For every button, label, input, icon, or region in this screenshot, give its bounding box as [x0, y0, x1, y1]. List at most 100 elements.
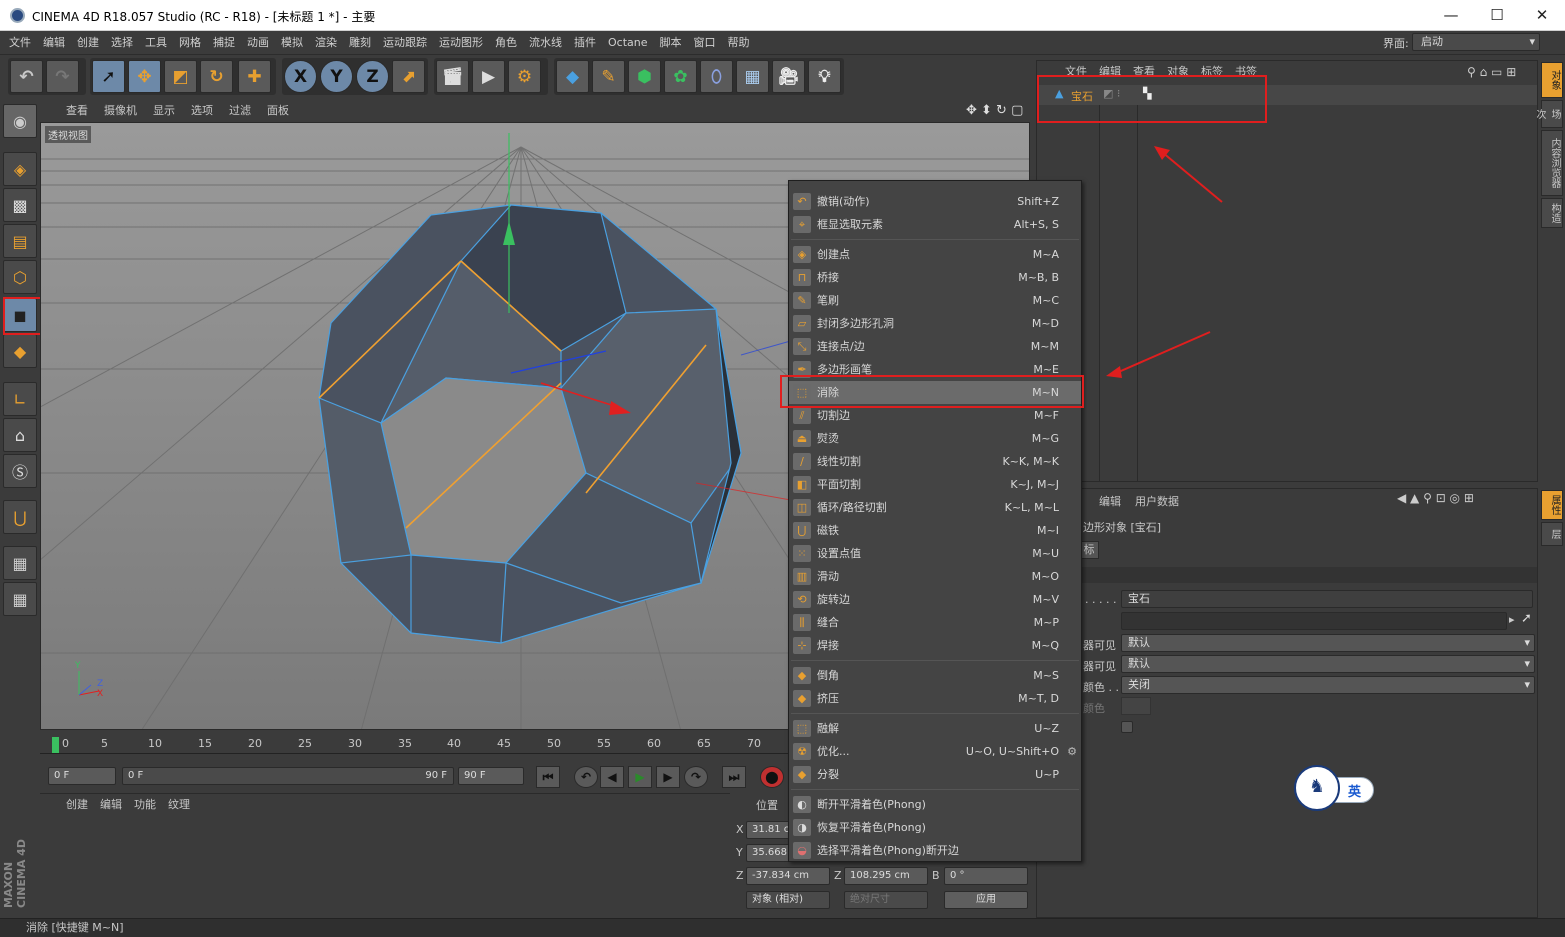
menu-item-bridge[interactable]: ⊓ 桥接 M~B, B [789, 266, 1081, 289]
checkbox[interactable] [1121, 721, 1133, 733]
layer-field[interactable] [1121, 612, 1507, 630]
menu-item-optimize[interactable]: ☢ 优化... U~O, U~Shift+O ⚙ [789, 740, 1081, 763]
z-axis-button[interactable]: Z [356, 60, 389, 93]
viewport-menu-options[interactable]: 选项 [183, 100, 221, 122]
viewport-menu-filter[interactable]: 过滤 [221, 100, 259, 122]
size-z-field[interactable]: 108.295 cm [844, 867, 928, 885]
workplane-mode-button[interactable]: ▤ [3, 224, 37, 258]
cloner-button[interactable]: ✿ [664, 60, 697, 93]
tab-attributes[interactable]: 属性 [1541, 490, 1563, 520]
axis-mode-button[interactable]: ∟ [3, 382, 37, 416]
menu-item-melt[interactable]: ⬚ 融解 U~Z [789, 717, 1081, 740]
camera-button[interactable]: 🎥︎ [772, 60, 805, 93]
position-x-field[interactable]: 31.81 c [746, 821, 794, 839]
floor-button[interactable]: ▦ [736, 60, 769, 93]
rotate-tool-button[interactable]: ↻ [200, 60, 233, 93]
range-end-field[interactable]: 90 F [458, 767, 524, 785]
color-swatch[interactable] [1121, 697, 1151, 715]
menu-script[interactable]: 脚本 [654, 31, 688, 55]
om-search-icon[interactable]: ⚲ ⌂ ▭ ⊞ [1467, 65, 1516, 79]
viewport-menu-panel[interactable]: 面板 [259, 100, 297, 122]
viewport-menu-display[interactable]: 显示 [145, 100, 183, 122]
maximize-button[interactable]: ☐ [1474, 0, 1520, 31]
coordinate-mode-select[interactable]: 对象 (相对) [746, 891, 830, 909]
cube-button[interactable]: ◆ [556, 60, 589, 93]
viewport-nav-icon[interactable]: ✥ ⬍ ↻ ▢ [966, 103, 1023, 118]
tweak-mode-button[interactable]: ⌂ [3, 418, 37, 452]
menu-sculpt[interactable]: 雕刻 [343, 31, 377, 55]
menu-item-create-point[interactable]: ◈ 创建点 M~A [789, 243, 1081, 266]
close-button[interactable]: ✕ [1519, 0, 1565, 31]
y-axis-button[interactable]: Y [320, 60, 353, 93]
menu-item-loop-path-cut[interactable]: ◫ 循环/路径切割 K~L, M~L [789, 496, 1081, 519]
menu-help[interactable]: 帮助 [722, 31, 756, 55]
render-visible-select[interactable]: 默认 ▾ [1121, 655, 1535, 673]
menu-character[interactable]: 角色 [489, 31, 523, 55]
x-axis-button[interactable]: X [284, 60, 317, 93]
menu-item-line-cut[interactable]: ∕ 线性切割 K~K, M~K [789, 450, 1081, 473]
ime-indicator[interactable]: ♞ 英 [1294, 765, 1374, 811]
menu-simulate[interactable]: 模拟 [275, 31, 309, 55]
record-button[interactable]: ⬤ [760, 766, 784, 788]
tab-objects[interactable]: 对象 [1541, 62, 1563, 98]
model-mode-button[interactable]: ◈ [3, 152, 37, 186]
layout-select[interactable]: 启动 ▾ [1412, 33, 1540, 51]
menu-item-plane-cut[interactable]: ◧ 平面切割 K~J, M~J [789, 473, 1081, 496]
menu-select[interactable]: 选择 [105, 31, 139, 55]
points-mode-button[interactable]: ⬡ [3, 260, 37, 294]
locked-workplane-button[interactable]: ▦ [3, 546, 37, 580]
material-menu-edit[interactable]: 编辑 [94, 794, 128, 816]
render-settings-button[interactable]: ⚙ [508, 60, 541, 93]
menu-item-stitch[interactable]: ⫼ 缝合 M~P [789, 611, 1081, 634]
name-field[interactable]: 宝石 [1121, 590, 1533, 608]
menu-pipeline[interactable]: 流水线 [523, 31, 568, 55]
timeline-ruler[interactable]: 0 5 10 15 20 25 30 35 40 45 50 55 60 65 … [40, 733, 790, 759]
range-slider[interactable]: 0 F 90 F [122, 767, 454, 785]
position-y-field[interactable]: 35.668 [746, 844, 794, 862]
am-nav-icon[interactable]: ◀ ▲ ⚲ ⊡ ◎ ⊞ [1397, 491, 1474, 505]
texture-mode-button[interactable]: ▩ [3, 188, 37, 222]
current-frame-field[interactable]: 0 F [48, 767, 116, 785]
menu-item-connect-points-edges[interactable]: ⤡ 连接点/边 M~M [789, 335, 1081, 358]
coordinate-system-button[interactable]: ⬈ [392, 60, 425, 93]
gear-icon[interactable]: ⚙ [1067, 740, 1077, 763]
menu-mograph[interactable]: 运动图形 [433, 31, 489, 55]
size-mode-select[interactable]: 绝对尺寸 [844, 891, 928, 909]
display-color-select[interactable]: 关闭 ▾ [1121, 676, 1535, 694]
menu-item-iron[interactable]: ⏏ 熨烫 M~G [789, 427, 1081, 450]
material-menu-function[interactable]: 功能 [128, 794, 162, 816]
layer-arrow-icon[interactable]: ▸ [1509, 613, 1515, 626]
editor-visible-select[interactable]: 默认 ▾ [1121, 634, 1535, 652]
menu-motion-tracker[interactable]: 运动跟踪 [377, 31, 433, 55]
viewport-menu-camera[interactable]: 摄像机 [96, 100, 145, 122]
play-button[interactable]: ▶ [628, 766, 652, 788]
prev-frame-button[interactable]: ◀ [600, 766, 624, 788]
menu-item-undo[interactable]: ↶ 撤销(动作) Shift+Z [789, 190, 1081, 213]
render-view-button[interactable]: 🎬︎ [436, 60, 469, 93]
playhead[interactable] [52, 737, 59, 753]
menu-mesh[interactable]: 网格 [173, 31, 207, 55]
menu-file[interactable]: 文件 [3, 31, 37, 55]
next-frame-button[interactable]: ▶ [656, 766, 680, 788]
material-menu-texture[interactable]: 纹理 [162, 794, 196, 816]
make-editable-button[interactable]: ◉ [3, 104, 37, 138]
menu-item-close-polygon-hole[interactable]: ▱ 封闭多边形孔洞 M~D [789, 312, 1081, 335]
add-tool-button[interactable]: ✚ [238, 60, 271, 93]
subdivision-button[interactable]: ⬢ [628, 60, 661, 93]
menu-item-break-phong[interactable]: ◐ 断开平滑着色(Phong) [789, 793, 1081, 816]
render-picture-viewer-button[interactable]: ▶ [472, 60, 505, 93]
move-tool-button[interactable]: ✥ [128, 60, 161, 93]
menu-create[interactable]: 创建 [71, 31, 105, 55]
deformer-button[interactable]: ⬯ [700, 60, 733, 93]
scale-tool-button[interactable]: ◩ [164, 60, 197, 93]
menu-snap[interactable]: 捕捉 [207, 31, 241, 55]
tab-structure[interactable]: 构造 [1541, 198, 1563, 228]
live-select-button[interactable]: ➚ [92, 60, 125, 93]
am-menu-userdata[interactable]: 用户数据 [1135, 493, 1179, 509]
menu-item-brush[interactable]: ✎ 笔刷 M~C [789, 289, 1081, 312]
menu-item-unbreak-phong[interactable]: ◑ 恢复平滑着色(Phong) [789, 816, 1081, 839]
menu-render[interactable]: 渲染 [309, 31, 343, 55]
light-button[interactable]: 💡︎ [808, 60, 841, 93]
menu-item-frame-selected[interactable]: ⌖ 框显选取元素 Alt+S, S [789, 213, 1081, 236]
minimize-button[interactable]: — [1428, 0, 1474, 31]
